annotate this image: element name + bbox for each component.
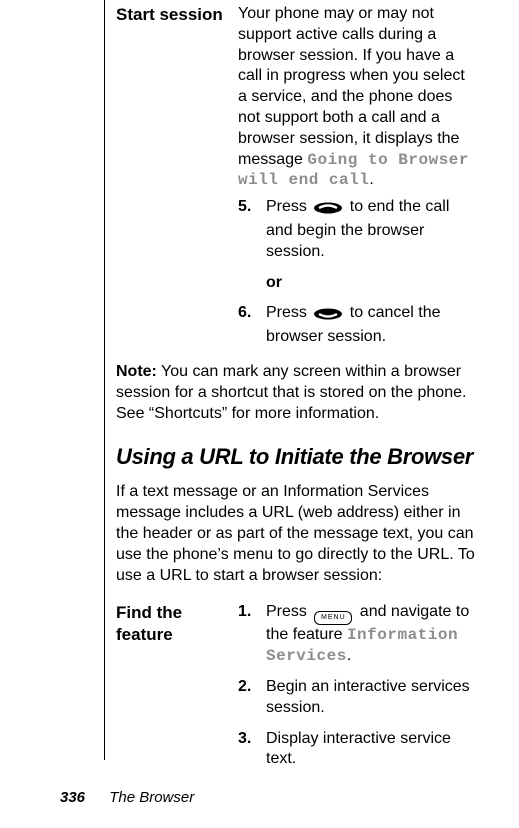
step-2-num: 2. [238,677,266,719]
start-session-label: Start session [116,4,238,348]
step-1-num: 1. [238,602,266,667]
vertical-rule [104,0,105,760]
step-1-text: Press MENU and navigate to the feature I… [266,602,477,667]
step-6: 6. Press to cancel the browser session. [238,303,477,348]
step-1-tail: . [347,647,351,664]
step-5-before: Press [266,198,311,215]
step-or: or [266,273,477,294]
step-5: 5. Press to end the call and begin the b… [238,197,477,262]
step-1: 1. Press MENU and navigate to the featur… [238,602,477,667]
step-2-text: Begin an interactive services session. [266,677,477,719]
menu-key-icon: MENU [314,611,352,625]
step-6-before: Press [266,304,311,321]
step-1-before: Press [266,603,311,620]
start-session-intro: Your phone may or may not support active… [238,4,477,191]
footer: 336 The Browser [60,789,194,806]
chapter-name: The Browser [109,789,194,806]
page: Start session Your phone may or may not … [0,0,519,828]
page-number: 336 [60,789,85,806]
step-3-num: 3. [238,729,266,771]
step-6-text: Press to cancel the browser session. [266,303,477,348]
step-2: 2. Begin an interactive services session… [238,677,477,719]
step-5-text: Press to end the call and begin the brow… [266,197,477,262]
url-intro: If a text message or an Information Serv… [116,482,477,586]
intro-text-1: Your phone may or may not support active… [238,5,465,168]
content-area: Start session Your phone may or may not … [116,0,477,780]
find-feature-label: Find the feature [116,602,238,780]
intro-text-2: . [369,171,373,188]
step-3: 3. Display interactive service text. [238,729,477,771]
start-session-row: Start session Your phone may or may not … [116,4,477,348]
find-feature-body: 1. Press MENU and navigate to the featur… [238,602,477,780]
cancel-key-icon [313,306,343,327]
note-text: You can mark any screen within a browser… [116,363,466,422]
find-feature-row: Find the feature 1. Press MENU and navig… [116,602,477,780]
step-6-num: 6. [238,303,266,348]
note: Note: You can mark any screen within a b… [116,362,477,424]
step-3-text: Display interactive service text. [266,729,477,771]
note-label: Note: [116,363,157,380]
start-session-body: Your phone may or may not support active… [238,4,477,348]
step-5-num: 5. [238,197,266,262]
section-heading: Using a URL to Initiate the Browser [116,444,477,470]
end-key-icon [313,200,343,221]
